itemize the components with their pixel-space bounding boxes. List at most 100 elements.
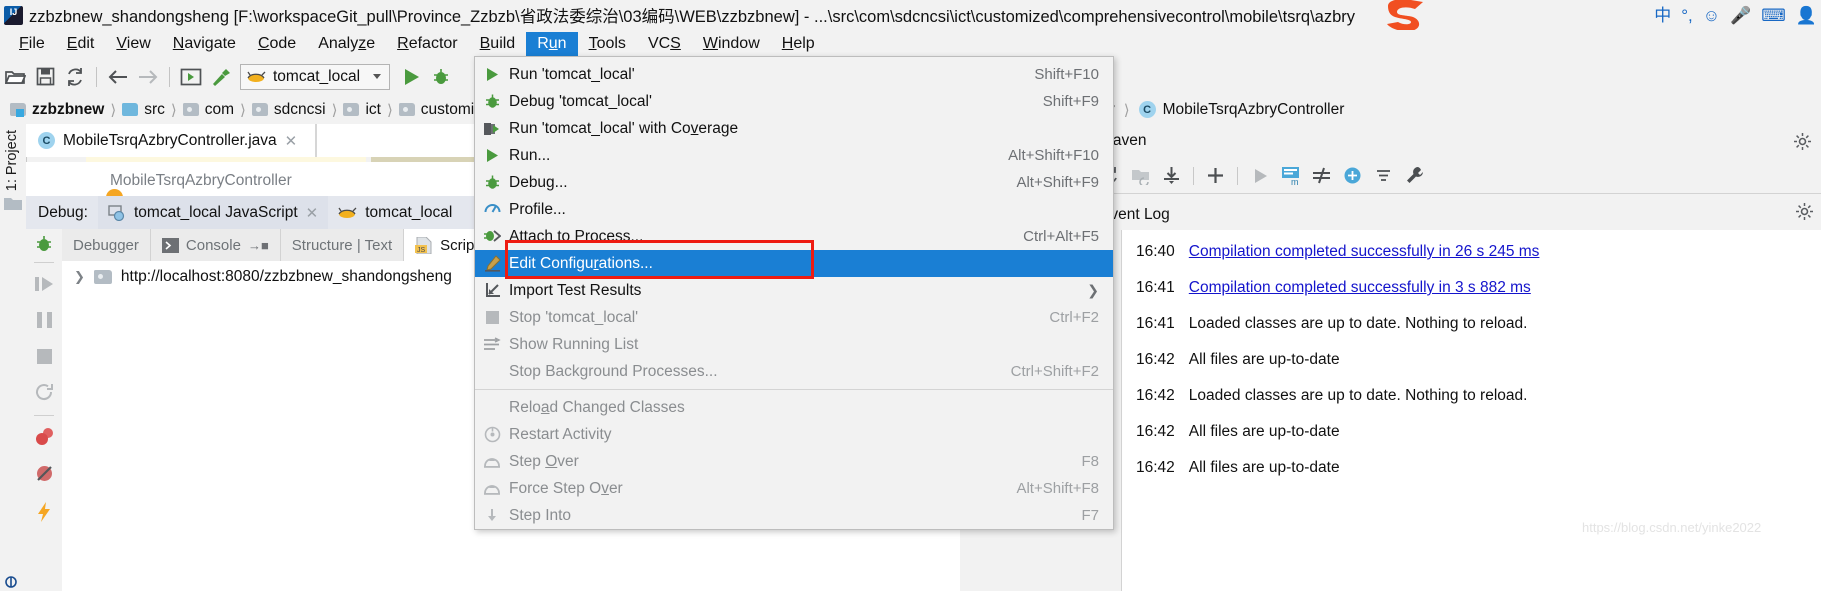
debug-tab-tomcat-local[interactable]: tomcat_local (328, 196, 462, 229)
run-menu-popup[interactable]: Run 'tomcat_local' Shift+F10 Debug 'tomc… (474, 56, 1114, 530)
event-log-row[interactable]: 16:42 All files are up-to-date (1122, 450, 1821, 486)
restart-icon[interactable] (35, 383, 54, 402)
show-dependencies-icon[interactable] (1339, 163, 1366, 189)
menu-item-stop-tomcat-local[interactable]: Stop 'tomcat_local' Ctrl+F2 (475, 304, 1113, 331)
menu-item-run-with-coverage[interactable]: Run 'tomcat_local' with Coverage (475, 115, 1113, 142)
ime-punctuation-icon[interactable]: °, (1681, 7, 1693, 24)
open-folder-icon[interactable] (0, 63, 30, 91)
menu-item-edit-configurations[interactable]: Edit Configurations... (475, 250, 1113, 277)
debug-button[interactable] (426, 63, 456, 91)
menu-item-step-over[interactable]: Step Over F8 (475, 448, 1113, 475)
event-message[interactable]: Compilation completed successfully in 26… (1189, 243, 1540, 261)
menu-navigate[interactable]: Navigate (162, 32, 247, 56)
save-icon[interactable] (30, 63, 60, 91)
run-icon[interactable] (1246, 163, 1273, 189)
settings-wrench-icon[interactable] (1401, 163, 1428, 189)
event-log-row[interactable]: 16:41 Loaded classes are up to date. Not… (1122, 306, 1821, 342)
menu-item-profile[interactable]: Profile... (475, 196, 1113, 223)
structure-icon[interactable] (3, 575, 21, 591)
generate-sources-icon[interactable] (1127, 163, 1154, 189)
menu-item-import-test-results[interactable]: Import Test Results ❯ (475, 277, 1113, 304)
view-breakpoints-icon[interactable] (34, 427, 55, 446)
menu-item-run-ellipsis[interactable]: Run... Alt+Shift+F10 (475, 142, 1113, 169)
menu-refactor[interactable]: Refactor (386, 32, 468, 56)
build-hammer-icon[interactable] (206, 63, 236, 91)
breadcrumb-item-sdcncsi[interactable]: sdcncsi (248, 101, 330, 119)
menu-analyze[interactable]: Analyze (307, 32, 386, 56)
ime-chinese-icon[interactable]: 中 (1654, 7, 1671, 24)
pause-icon[interactable] (36, 311, 53, 329)
menu-item-step-into[interactable]: Step Into F7 (475, 502, 1113, 529)
pin-tab-icon[interactable]: →■ (248, 238, 269, 253)
menu-help[interactable]: Help (771, 32, 826, 56)
menu-tools[interactable]: Tools (578, 32, 637, 56)
breadcrumb-item-src[interactable]: src (118, 101, 169, 119)
ime-user-icon[interactable]: 👤 (1796, 7, 1817, 24)
editor-tab-mobiletsrqazbrycontroller[interactable]: C MobileTsrqAzbryController.java ✕ (26, 124, 316, 157)
breadcrumb-item-project[interactable]: zzbzbnew (6, 101, 108, 119)
menu-item-debug-ellipsis[interactable]: Debug... Alt+Shift+F9 (475, 169, 1113, 196)
menu-window[interactable]: Window (692, 32, 771, 56)
attach-process-icon (475, 228, 509, 245)
menu-file[interactable]: File (8, 32, 56, 56)
menu-run[interactable]: Run (526, 32, 578, 56)
menu-view[interactable]: View (105, 32, 161, 56)
menu-item-attach-to-process[interactable]: Attach to Process... Ctrl+Alt+F5 (475, 223, 1113, 250)
close-icon[interactable]: ✕ (285, 132, 298, 150)
event-log-list[interactable]: 16:40 Compilation completed successfully… (1122, 230, 1821, 591)
event-log-settings-gear-icon[interactable] (1796, 203, 1813, 220)
run-button[interactable] (396, 63, 426, 91)
run-config-icon[interactable] (176, 63, 206, 91)
event-log-row[interactable]: 16:42 All files are up-to-date (1122, 414, 1821, 450)
chevron-down-icon[interactable] (373, 74, 382, 79)
debug-bug-icon[interactable] (34, 234, 54, 254)
back-arrow-icon[interactable] (103, 63, 133, 91)
menu-item-debug-tomcat-local[interactable]: Debug 'tomcat_local' Shift+F9 (475, 88, 1113, 115)
evaluate-expression-icon[interactable] (36, 502, 54, 522)
tab-debugger[interactable]: Debugger (62, 229, 151, 261)
ime-microphone-icon[interactable]: 🎤 (1730, 7, 1751, 24)
event-log-row[interactable]: 16:41 Compilation completed successfully… (1122, 270, 1821, 306)
chevron-right-icon[interactable]: ❯ (74, 269, 85, 285)
execute-maven-goal-icon[interactable]: m (1277, 163, 1304, 189)
menu-edit[interactable]: Edit (56, 32, 106, 56)
toggle-offline-icon[interactable] (1308, 163, 1335, 189)
settings-gear-icon[interactable] (1794, 132, 1811, 150)
menu-item-show-running-list[interactable]: Show Running List (475, 331, 1113, 358)
breadcrumb-item-com[interactable]: com (179, 101, 238, 119)
menu-item-run-tomcat-local[interactable]: Run 'tomcat_local' Shift+F10 (475, 61, 1113, 88)
menu-item-force-step-over[interactable]: Force Step Over Alt+Shift+F8 (475, 475, 1113, 502)
mute-breakpoints-icon[interactable] (35, 464, 54, 483)
menu-item-shortcut: Alt+Shift+F9 (1016, 174, 1099, 191)
stop-icon[interactable] (36, 348, 53, 365)
project-folder-icon[interactable] (4, 196, 22, 212)
add-icon[interactable] (1202, 163, 1229, 189)
tab-structure-text[interactable]: Structure | Text (281, 229, 405, 261)
event-log-row[interactable]: 16:42 All files are up-to-date (1122, 342, 1821, 378)
debug-tab-tomcat-local-javascript[interactable]: tomcat_local JavaScript ✕ (97, 196, 329, 229)
menu-item-stop-background-processes[interactable]: Stop Background Processes... Ctrl+Shift+… (475, 358, 1113, 385)
run-configuration-selector[interactable]: tomcat_local (240, 63, 391, 90)
resume-icon[interactable] (34, 275, 55, 293)
breadcrumb-separator: ⟩ (240, 101, 246, 119)
event-message[interactable]: Compilation completed successfully in 3 … (1189, 279, 1531, 297)
event-log-row[interactable]: 16:40 Compilation completed successfully… (1122, 234, 1821, 270)
menu-item-reload-changed-classes[interactable]: Reload Changed Classes (475, 394, 1113, 421)
collapse-all-icon[interactable] (1370, 163, 1397, 189)
download-sources-icon[interactable] (1158, 163, 1185, 189)
sidebar-item-project[interactable]: 1: Project (4, 130, 20, 191)
ime-smiley-icon[interactable]: ☺ (1703, 7, 1720, 24)
menu-vcs[interactable]: VCS (637, 32, 692, 56)
breadcrumb-item-ict[interactable]: ict (339, 101, 385, 119)
tab-console[interactable]: Console →■ (151, 229, 281, 261)
sync-icon[interactable] (60, 63, 90, 91)
event-log-row[interactable]: 16:42 Loaded classes are up to date. Not… (1122, 378, 1821, 414)
menu-item-shortcut: Ctrl+Shift+F2 (1010, 363, 1099, 380)
menu-item-restart-activity[interactable]: Restart Activity (475, 421, 1113, 448)
debug-label: Debug: (38, 203, 88, 221)
ime-keyboard-icon[interactable]: ⌨ (1761, 7, 1786, 24)
menu-code[interactable]: Code (247, 32, 307, 56)
menu-build[interactable]: Build (469, 32, 527, 56)
forward-arrow-icon[interactable] (133, 63, 163, 91)
close-icon[interactable]: ✕ (306, 204, 319, 222)
